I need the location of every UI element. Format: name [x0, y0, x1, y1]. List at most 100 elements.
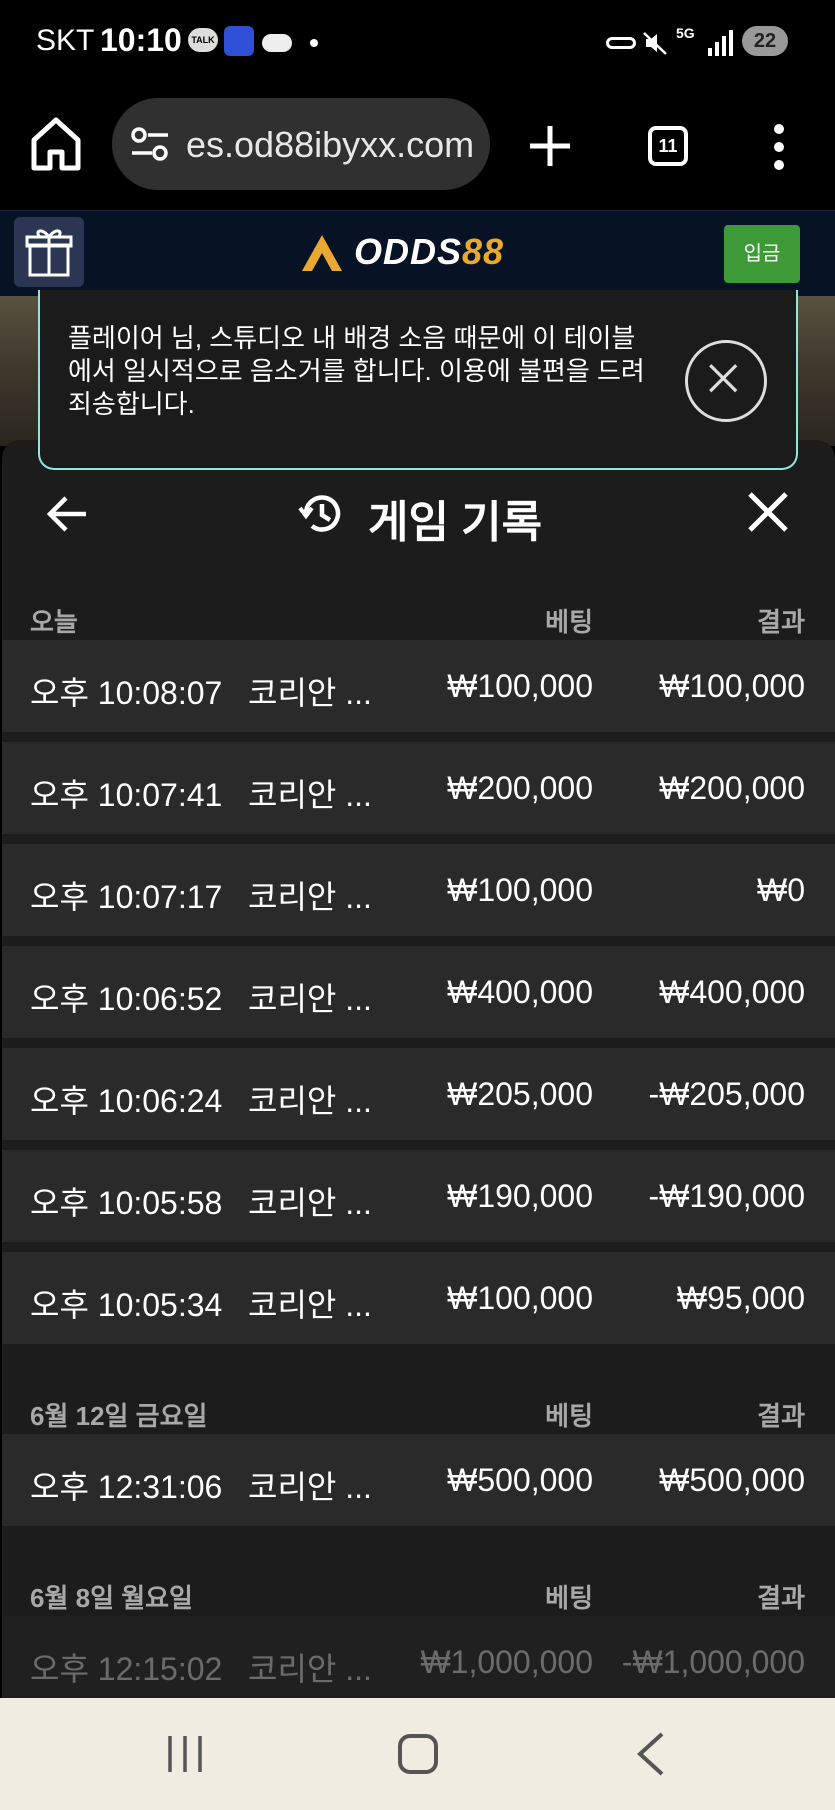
row-result: ₩400,000: [659, 974, 805, 1010]
row-bet: ₩1,000,000: [420, 1644, 593, 1680]
row-time: 오후 12:15:02: [30, 1651, 223, 1687]
row-bet: ₩100,000: [447, 1280, 593, 1316]
battery-icon: 22: [742, 26, 788, 56]
gift-button[interactable]: [14, 217, 84, 287]
logo-text: ODDS88: [354, 231, 504, 273]
panel-title-group: 게임 기록: [298, 484, 598, 547]
site-header: ODDS88 입금: [0, 210, 835, 296]
row-game: 코리안 ...: [248, 1185, 372, 1221]
row-bet: ₩100,000: [447, 872, 593, 908]
home-nav-icon[interactable]: [398, 1734, 438, 1774]
row-game: 코리안 ...: [248, 1083, 372, 1119]
history-row[interactable]: 오후 10:07:17 코리안 ... ₩100,000 ₩0: [2, 844, 835, 936]
recent-apps-icon[interactable]: [166, 1734, 204, 1774]
result-column-header: 결과: [757, 1583, 805, 1613]
more-notifications-dot-icon: [310, 39, 318, 47]
history-row[interactable]: 오후 10:06:52 코리안 ... ₩400,000 ₩400,000: [2, 946, 835, 1038]
row-bet: ₩400,000: [447, 974, 593, 1010]
app-notification-icon: [224, 26, 254, 56]
tab-switcher-button[interactable]: 11: [648, 126, 688, 166]
row-game: 코리안 ...: [248, 981, 372, 1017]
game-history-panel: 게임 기록 오늘 베팅 결과 오후 10:08:07 코리안 ... ₩100,…: [2, 440, 835, 1698]
vpn-key-icon: [606, 37, 636, 49]
row-game: 코리안 ...: [248, 1287, 372, 1323]
network-type-icon: 5G: [676, 25, 695, 41]
address-bar[interactable]: es.od88ibyxx.com: [112, 98, 490, 190]
row-bet: ₩190,000: [447, 1178, 593, 1214]
row-time: 오후 10:07:17: [30, 879, 223, 915]
result-column-header: 결과: [757, 607, 805, 637]
status-bar: SKT 10:10 TALK 5G 22: [0, 0, 835, 86]
site-settings-icon[interactable]: [130, 126, 170, 162]
talk-notification-icon: TALK: [188, 28, 218, 52]
row-time: 오후 10:06:24: [30, 1083, 223, 1119]
mute-icon: [643, 32, 667, 55]
logo-text-gold: 88: [462, 231, 505, 272]
row-result: ₩100,000: [659, 668, 805, 704]
row-result: ₩95,000: [676, 1280, 805, 1316]
section-header-today: 오늘 베팅 결과: [2, 590, 835, 640]
notice-message: 플레이어 님, 스튜디오 내 배경 소음 때문에 이 테이블에서 일시적으로 음…: [68, 323, 645, 419]
row-time: 오후 10:08:07: [30, 675, 223, 711]
page-title: 게임 기록: [368, 498, 543, 547]
bet-column-header: 베팅: [545, 607, 593, 637]
section-header-date: 6월 8일 월요일 베팅 결과: [2, 1566, 835, 1616]
section-date: 6월 8일 월요일: [30, 1583, 193, 1613]
row-game: 코리안 ...: [248, 675, 372, 711]
result-column-header: 결과: [757, 1401, 805, 1431]
row-time: 오후 10:06:52: [30, 981, 223, 1017]
site-logo[interactable]: ODDS88: [300, 227, 520, 277]
home-icon[interactable]: [30, 114, 82, 172]
mute-notice: 플레이어 님, 스튜디오 내 배경 소음 때문에 이 테이블에서 일시적으로 음…: [38, 290, 798, 470]
section-date: 6월 12일 금요일: [30, 1401, 208, 1431]
row-game: 코리안 ...: [248, 777, 372, 813]
row-game: 코리안 ...: [248, 1651, 372, 1687]
row-time: 오후 10:07:41: [30, 777, 223, 813]
history-row[interactable]: 오후 12:31:06 코리안 ... ₩500,000 ₩500,000: [2, 1434, 835, 1526]
browser-toolbar: es.od88ibyxx.com 11: [0, 86, 835, 210]
logo-mark-icon: [302, 235, 342, 271]
history-row[interactable]: 오후 10:06:24 코리안 ... ₩205,000 -₩205,000: [2, 1048, 835, 1140]
row-result: -₩205,000: [648, 1076, 805, 1112]
row-game: 코리안 ...: [248, 879, 372, 915]
bet-column-header: 베팅: [545, 1401, 593, 1431]
new-tab-icon[interactable]: [528, 124, 572, 168]
row-result: ₩500,000: [659, 1462, 805, 1498]
row-time: 오후 10:05:34: [30, 1287, 223, 1323]
history-row[interactable]: 오후 10:07:41 코리안 ... ₩200,000 ₩200,000: [2, 742, 835, 834]
section-header-date: 6월 12일 금요일 베팅 결과: [2, 1384, 835, 1434]
history-row[interactable]: 오후 10:05:58 코리안 ... ₩190,000 -₩190,000: [2, 1150, 835, 1242]
system-nav-bar: [0, 1698, 835, 1810]
bet-column-header: 베팅: [545, 1583, 593, 1613]
gift-icon: [25, 229, 73, 277]
row-result: ₩0: [757, 872, 805, 908]
carrier-label: SKT: [36, 24, 95, 57]
notice-close-button[interactable]: [685, 340, 767, 422]
cloud-icon: [262, 34, 292, 52]
history-row[interactable]: 오후 10:05:34 코리안 ... ₩100,000 ₩95,000: [2, 1252, 835, 1344]
section-date: 오늘: [30, 607, 78, 637]
logo-text-white: ODDS: [354, 231, 463, 272]
row-bet: ₩205,000: [447, 1076, 593, 1112]
back-arrow-icon[interactable]: [46, 492, 90, 536]
history-row[interactable]: 오후 12:15:02 코리안 ... ₩1,000,000 -₩1,000,0…: [2, 1616, 835, 1698]
row-result: ₩200,000: [659, 770, 805, 806]
row-game: 코리안 ...: [248, 1469, 372, 1505]
row-bet: ₩200,000: [447, 770, 593, 806]
more-menu-icon[interactable]: [770, 122, 788, 172]
close-icon: [709, 364, 738, 393]
back-nav-icon[interactable]: [636, 1732, 666, 1776]
close-icon[interactable]: [746, 490, 790, 534]
signal-icon: [708, 30, 733, 56]
row-bet: ₩500,000: [447, 1462, 593, 1498]
clock: 10:10: [100, 22, 182, 58]
row-time: 오후 10:05:58: [30, 1185, 223, 1221]
row-result: -₩1,000,000: [621, 1644, 805, 1680]
deposit-button[interactable]: 입금: [724, 225, 800, 283]
row-result: -₩190,000: [648, 1178, 805, 1214]
history-row[interactable]: 오후 10:08:07 코리안 ... ₩100,000 ₩100,000: [2, 640, 835, 732]
url-text: es.od88ibyxx.com: [186, 124, 475, 165]
row-bet: ₩100,000: [447, 668, 593, 704]
